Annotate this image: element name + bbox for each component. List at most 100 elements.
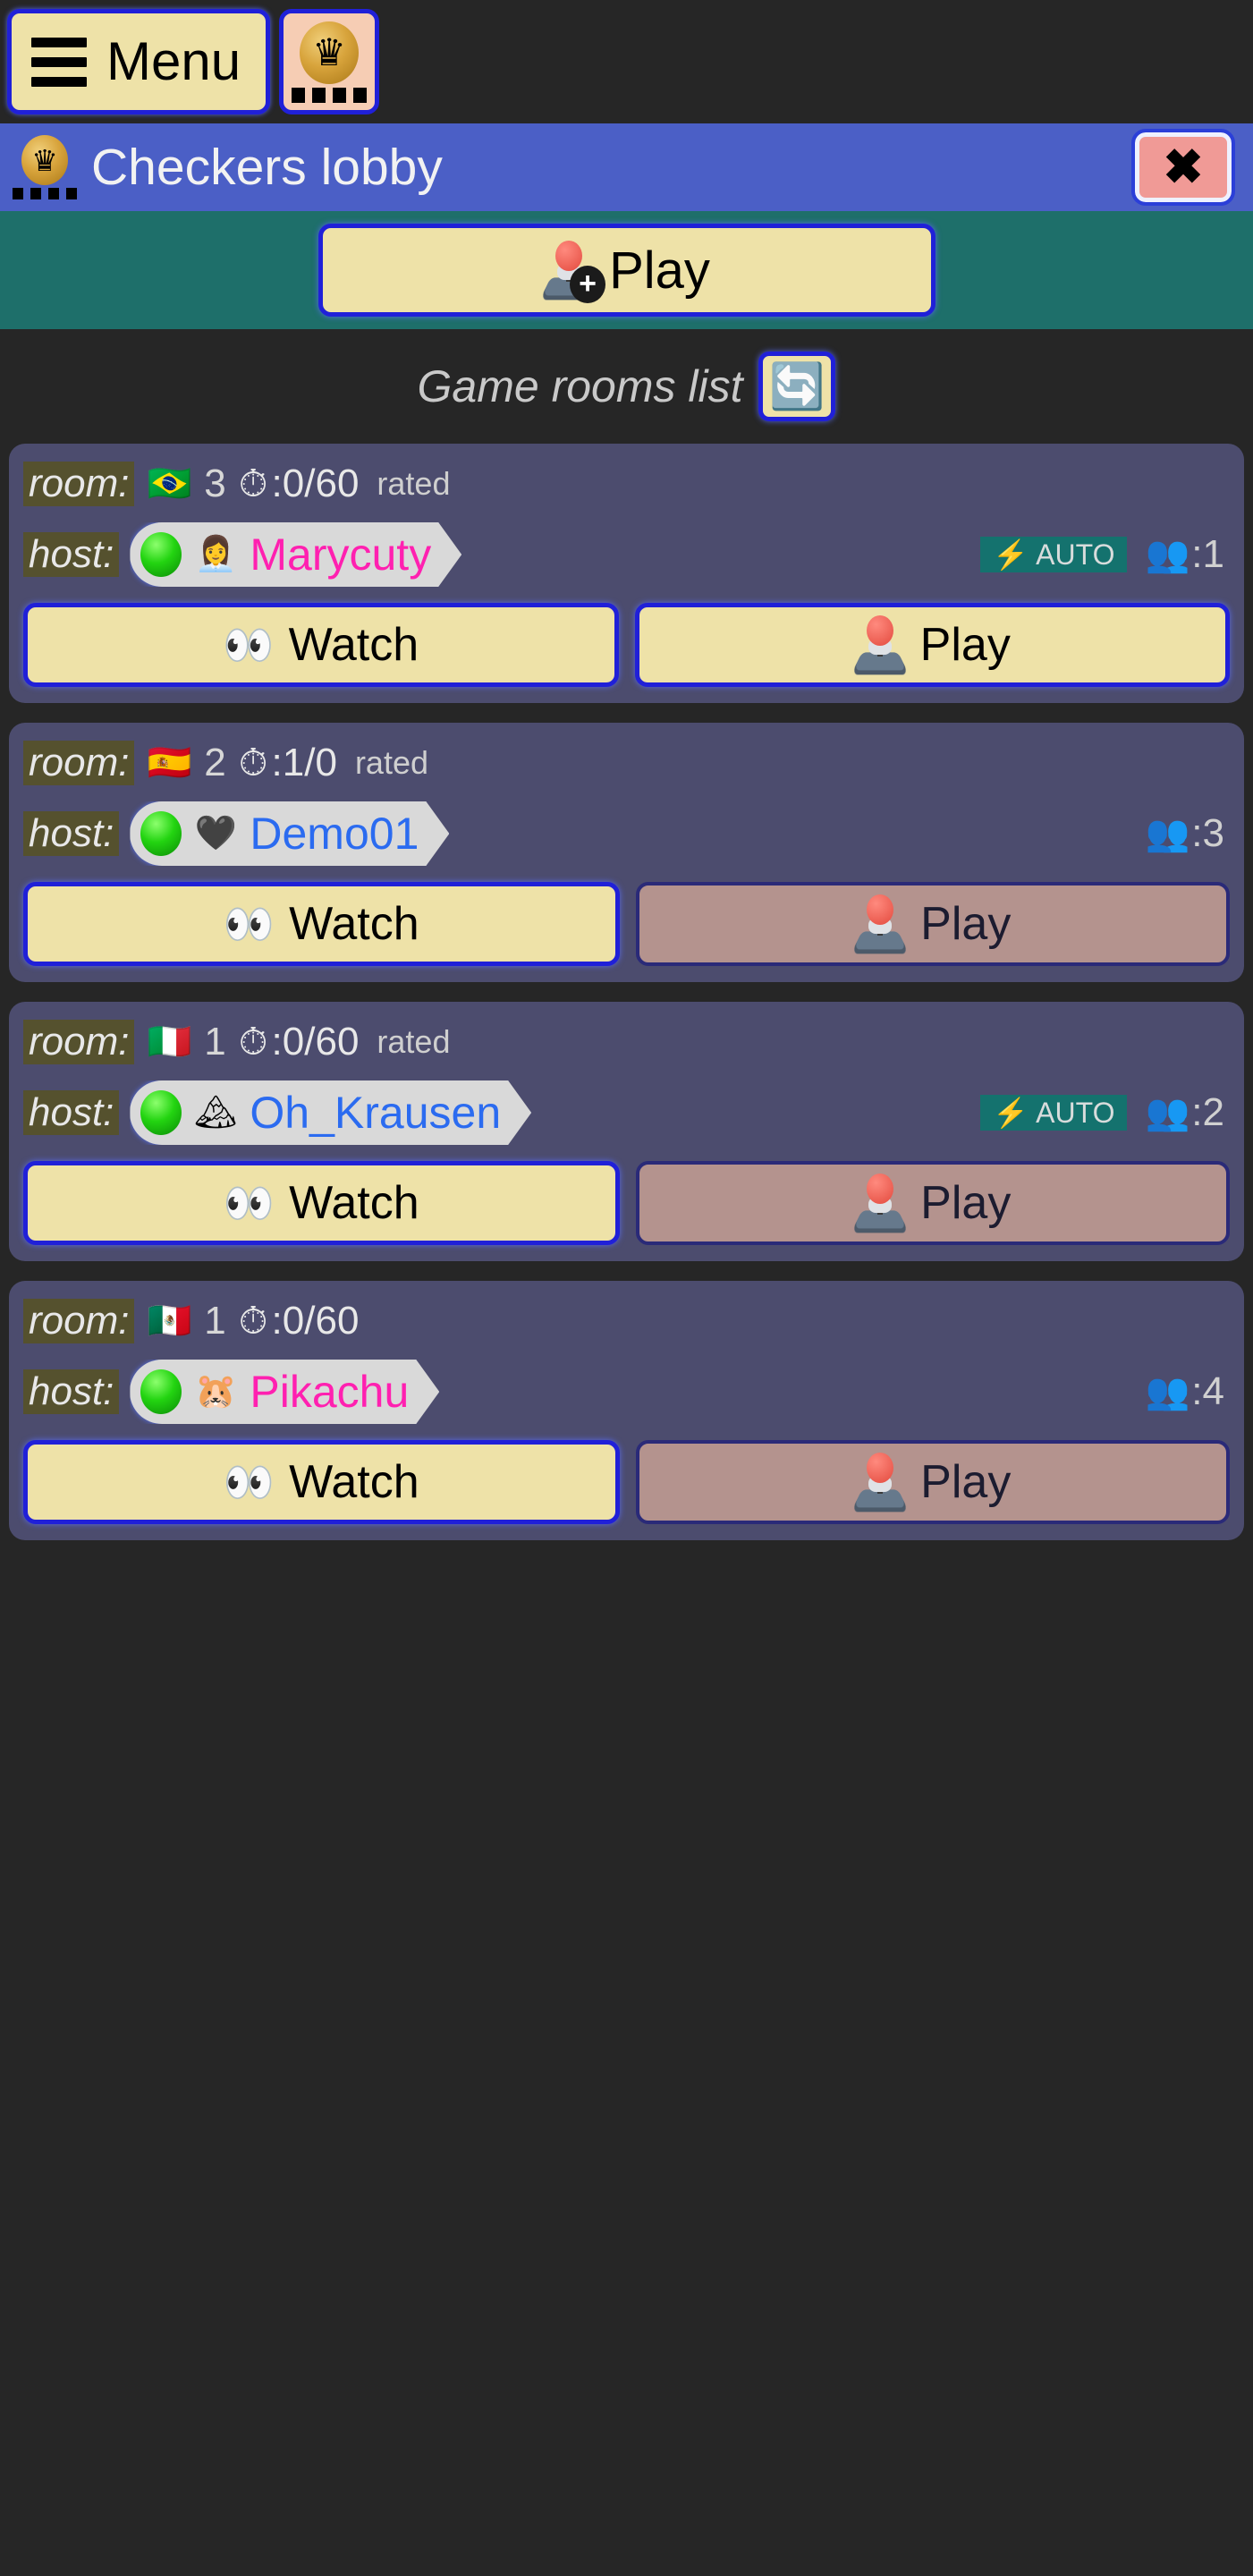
time-control: ⏱ :0/60 bbox=[239, 462, 360, 506]
joystick-icon bbox=[851, 1453, 910, 1513]
auto-badge: ⚡ AUTO bbox=[980, 1095, 1128, 1131]
watch-button[interactable]: 👀 Watch bbox=[23, 1161, 620, 1245]
player-count-value: :3 bbox=[1191, 811, 1224, 855]
checkers-crown-icon: ♛ bbox=[13, 135, 77, 199]
play-button: Play bbox=[635, 1161, 1230, 1245]
rooms-list-title: Game rooms list bbox=[417, 361, 743, 411]
room-actions: 👀 Watch Play bbox=[23, 603, 1230, 687]
room-status-group: ⚡ AUTO 👥 :2 bbox=[980, 1090, 1230, 1135]
play-button-label: Play bbox=[920, 1177, 1012, 1229]
create-game-play-button[interactable]: + Play bbox=[317, 224, 936, 317]
time-control: ⏱ :1/0 bbox=[239, 741, 337, 785]
joystick-icon bbox=[851, 615, 910, 675]
avatar: 👩‍💼 bbox=[194, 536, 238, 573]
play-button: Play bbox=[635, 1440, 1230, 1524]
room-label: room: bbox=[23, 461, 135, 507]
host-banner[interactable]: 🐹 Pikachu bbox=[130, 1360, 439, 1424]
play-bar: + Play bbox=[0, 211, 1253, 329]
country-flag-icon: 🇮🇹 bbox=[147, 1022, 192, 1062]
room-card: room: 🇮🇹 1 ⏱ :0/60 rated host: 🏔 Oh_Krau… bbox=[9, 1002, 1244, 1261]
time-control-value: :1/0 bbox=[271, 741, 337, 784]
close-button[interactable]: ✖ bbox=[1131, 129, 1235, 206]
room-number: 1 bbox=[204, 1020, 226, 1063]
auto-label: AUTO bbox=[1036, 538, 1115, 571]
player-count: 👥 :4 bbox=[1145, 1369, 1224, 1414]
room-card: room: 🇲🇽 1 ⏱ :0/60 host: 🐹 Pikachu 👥 :4 bbox=[9, 1281, 1244, 1540]
room-host-row: host: 🏔 Oh_Krausen ⚡ AUTO 👥 :2 bbox=[23, 1079, 1230, 1147]
crown-coin-icon: ♛ bbox=[21, 135, 68, 185]
menu-button-label: Menu bbox=[106, 31, 241, 91]
checker-squares-icon bbox=[292, 87, 368, 103]
rated-badge: rated bbox=[354, 744, 428, 781]
avatar: 🐹 bbox=[194, 1373, 238, 1411]
room-host-row: host: 🐹 Pikachu 👥 :4 bbox=[23, 1358, 1230, 1426]
room-label: room: bbox=[23, 1298, 135, 1344]
host-label: host: bbox=[23, 1368, 120, 1415]
title-bar: ♛ Checkers lobby ✖ bbox=[0, 123, 1253, 211]
stopwatch-icon: ⏱ bbox=[238, 741, 268, 784]
watch-button[interactable]: 👀 Watch bbox=[23, 603, 619, 687]
people-icon: 👥 bbox=[1145, 535, 1190, 574]
rooms-list-header: Game rooms list 🔄 bbox=[0, 329, 1253, 444]
menu-button[interactable]: Menu bbox=[7, 9, 271, 114]
top-bar: Menu ♛ bbox=[0, 0, 1253, 123]
game-rooms-list: room: 🇧🇷 3 ⏱ :0/60 rated host: 👩‍💼 Maryc… bbox=[0, 444, 1253, 1540]
player-count-value: :2 bbox=[1191, 1090, 1224, 1134]
host-name: Pikachu bbox=[250, 1367, 410, 1417]
joystick-icon bbox=[851, 1174, 910, 1233]
player-count: 👥 :1 bbox=[1145, 532, 1224, 577]
time-control: ⏱ :0/60 bbox=[239, 1299, 360, 1343]
room-meta-row: room: 🇮🇹 1 ⏱ :0/60 rated bbox=[23, 1014, 1230, 1070]
app-icon-button[interactable]: ♛ bbox=[279, 9, 380, 114]
play-button-label: Play bbox=[919, 619, 1011, 671]
host-banner[interactable]: 👩‍💼 Marycuty bbox=[130, 522, 461, 587]
player-count: 👥 :3 bbox=[1145, 811, 1224, 856]
avatar: 🖤 bbox=[194, 815, 238, 852]
play-button: Play bbox=[635, 882, 1230, 966]
watch-button-label: Watch bbox=[289, 898, 419, 950]
room-card: room: 🇪🇸 2 ⏱ :1/0 rated host: 🖤 Demo01 👥… bbox=[9, 723, 1244, 982]
stopwatch-icon: ⏱ bbox=[238, 1021, 268, 1063]
eyes-icon: 👀 bbox=[223, 1459, 275, 1505]
people-icon: 👥 bbox=[1145, 1372, 1190, 1411]
room-actions: 👀 Watch Play bbox=[23, 1161, 1230, 1245]
crown-coin-icon: ♛ bbox=[300, 21, 360, 84]
stopwatch-icon: ⏱ bbox=[238, 1300, 268, 1342]
bolt-icon: ⚡ bbox=[993, 538, 1029, 571]
host-name: Oh_Krausen bbox=[250, 1088, 502, 1138]
eyes-icon: 👀 bbox=[223, 1180, 275, 1226]
host-label: host: bbox=[23, 810, 120, 857]
room-actions: 👀 Watch Play bbox=[23, 882, 1230, 966]
room-actions: 👀 Watch Play bbox=[23, 1440, 1230, 1524]
eyes-icon: 👀 bbox=[223, 622, 275, 668]
online-status-icon bbox=[140, 811, 182, 856]
online-status-icon bbox=[140, 1369, 182, 1414]
country-flag-icon: 🇧🇷 bbox=[147, 464, 192, 504]
host-name: Marycuty bbox=[250, 530, 432, 580]
room-meta-row: room: 🇲🇽 1 ⏱ :0/60 bbox=[23, 1293, 1230, 1349]
time-control: ⏱ :0/60 bbox=[239, 1020, 360, 1064]
time-control-value: :0/60 bbox=[271, 462, 360, 505]
people-icon: 👥 bbox=[1145, 1093, 1190, 1132]
player-count: 👥 :2 bbox=[1145, 1090, 1224, 1135]
watch-button-label: Watch bbox=[288, 619, 419, 671]
online-status-icon bbox=[140, 532, 182, 577]
eyes-icon: 👀 bbox=[223, 901, 275, 947]
joystick-add-icon: + bbox=[539, 241, 606, 303]
checker-squares-icon bbox=[13, 188, 77, 199]
watch-button[interactable]: 👀 Watch bbox=[23, 882, 620, 966]
rated-badge: rated bbox=[377, 465, 451, 502]
play-button-label: Play bbox=[920, 1456, 1012, 1508]
time-control-value: :0/60 bbox=[271, 1299, 360, 1343]
refresh-button[interactable]: 🔄 bbox=[758, 352, 836, 421]
play-button[interactable]: Play bbox=[634, 603, 1230, 687]
room-status-group: 👥 :4 bbox=[1145, 1369, 1230, 1414]
avatar: 🏔 bbox=[194, 1094, 238, 1131]
host-banner[interactable]: 🏔 Oh_Krausen bbox=[130, 1080, 531, 1145]
room-label: room: bbox=[23, 1019, 135, 1065]
watch-button[interactable]: 👀 Watch bbox=[23, 1440, 620, 1524]
room-card: room: 🇧🇷 3 ⏱ :0/60 rated host: 👩‍💼 Maryc… bbox=[9, 444, 1244, 703]
host-banner[interactable]: 🖤 Demo01 bbox=[130, 801, 449, 866]
auto-label: AUTO bbox=[1036, 1097, 1115, 1129]
online-status-icon bbox=[140, 1090, 182, 1135]
